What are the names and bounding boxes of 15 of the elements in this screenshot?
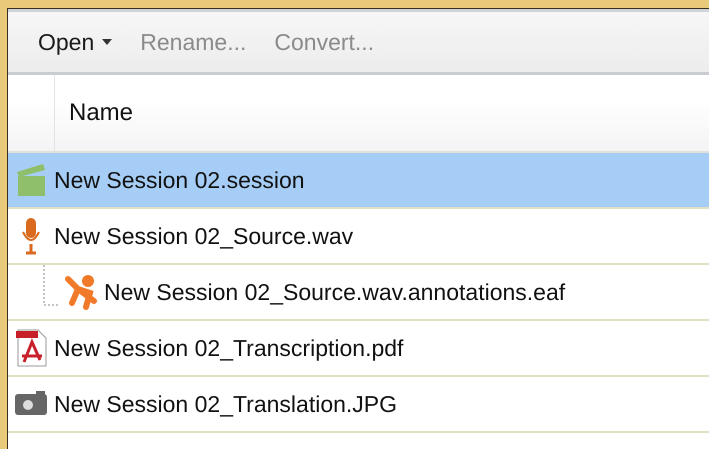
clapperboard-icon (15, 162, 47, 198)
caret-icon (102, 39, 112, 45)
pdf-icon (14, 328, 48, 368)
file-name: New Session 02.session (54, 166, 305, 194)
file-name: New Session 02_Source.wav (54, 222, 354, 250)
camera-icon (14, 391, 48, 417)
file-row[interactable]: New Session 02.session (8, 153, 709, 209)
microphone-icon (21, 216, 41, 256)
file-row[interactable]: New Session 02_Source.wav.annotations.eaf (8, 265, 709, 321)
file-name: New Session 02_Translation.JPG (54, 390, 398, 418)
column-header[interactable]: Name (55, 75, 148, 151)
toolbar-button[interactable]: Open (36, 24, 114, 60)
annotation-icon (64, 273, 98, 311)
file-name: New Session 02_Source.wav.annotations.eaf (104, 278, 566, 306)
file-name: New Session 02_Transcription.pdf (54, 334, 404, 362)
